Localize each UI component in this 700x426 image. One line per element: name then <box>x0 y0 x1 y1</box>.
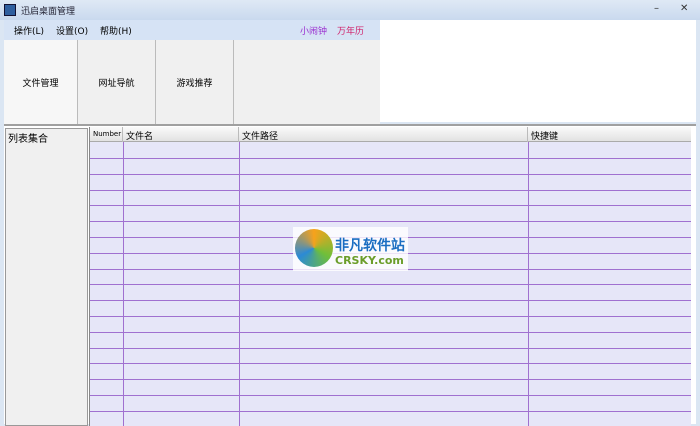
menu-operate[interactable]: 操作(L) <box>14 24 44 37</box>
row-divider <box>90 221 691 223</box>
list-collection[interactable]: 列表集合 <box>5 128 88 426</box>
column-number[interactable]: Number <box>90 127 123 142</box>
column-filepath[interactable]: 文件路径 <box>239 127 528 142</box>
tab-file-management[interactable]: 文件管理 <box>4 40 78 124</box>
tab-label: 游戏推荐 <box>176 78 213 89</box>
table-header: Number 文件名 文件路径 快捷键 <box>90 127 691 142</box>
tab-label: 文件管理 <box>22 78 59 89</box>
alarm-link[interactable]: 小闹钟 <box>300 24 327 37</box>
tab-game-recommend[interactable]: 游戏推荐 <box>156 40 234 124</box>
row-divider <box>90 410 691 412</box>
app-icon <box>4 4 16 16</box>
window-title: 迅启桌面管理 <box>21 7 76 17</box>
menu-bar: 操作(L) 设置(O) 帮助(H) 小闹钟 万年历 <box>4 20 380 40</box>
row-divider <box>90 189 691 191</box>
row-divider <box>90 316 691 317</box>
tab-label: 网址导航 <box>98 78 135 89</box>
minimize-button[interactable]: – <box>654 3 659 14</box>
tab-url-navigation[interactable]: 网址导航 <box>78 40 156 124</box>
main-content: 列表集合 Number 文件名 文件路径 快捷键 <box>4 124 696 426</box>
list-collection-header: 列表集合 <box>8 134 48 145</box>
row-divider <box>90 173 691 175</box>
tab-bar: 文件管理 网址导航 游戏推荐 <box>4 40 380 124</box>
logo-icon <box>295 229 333 267</box>
row-divider <box>90 205 691 207</box>
close-button[interactable]: ✕ <box>680 3 688 14</box>
row-divider <box>90 363 691 365</box>
row-divider <box>90 331 691 333</box>
row-divider <box>90 379 691 381</box>
watermark-domain: CRSKY.com <box>335 254 404 267</box>
file-table[interactable]: Number 文件名 文件路径 快捷键 <box>89 127 691 426</box>
row-divider <box>90 347 691 349</box>
title-bar: 迅启桌面管理 – ✕ <box>0 0 700 20</box>
row-divider <box>90 395 691 396</box>
menu-settings[interactable]: 设置(O) <box>56 24 88 37</box>
column-shortcut[interactable]: 快捷键 <box>528 127 691 142</box>
watermark-logo: 非凡软件站 CRSKY.com <box>293 227 408 271</box>
calendar-link[interactable]: 万年历 <box>337 24 364 37</box>
watermark-name: 非凡软件站 <box>335 238 405 254</box>
column-filename[interactable]: 文件名 <box>123 127 239 142</box>
menu-help[interactable]: 帮助(H) <box>100 24 132 37</box>
blank-panel <box>380 20 696 122</box>
row-divider <box>90 300 691 302</box>
row-divider <box>90 158 691 159</box>
row-divider <box>90 284 691 286</box>
